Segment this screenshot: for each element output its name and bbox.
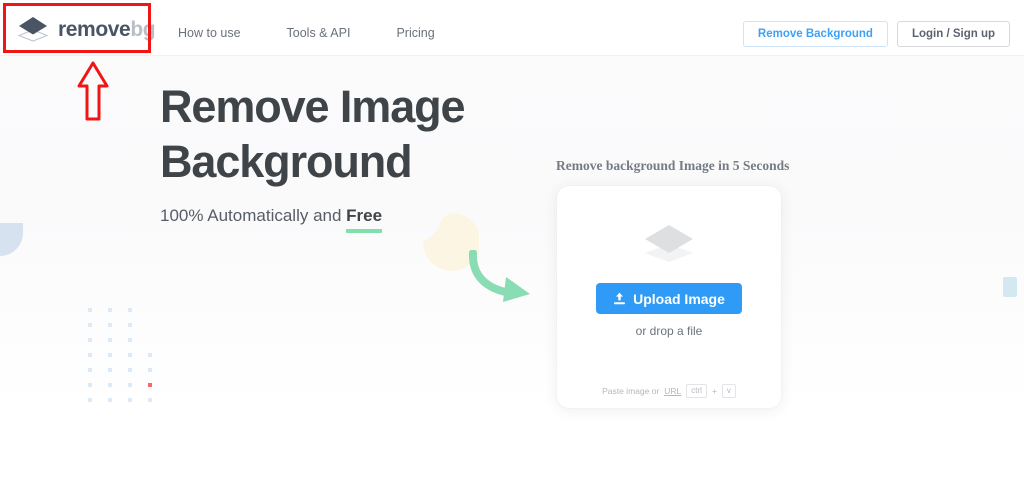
- upload-image-button-label: Upload Image: [633, 290, 725, 307]
- nav-item-pricing[interactable]: Pricing: [396, 26, 434, 40]
- site-header: removebg How to use Tools & API Pricing …: [0, 0, 1024, 56]
- header-actions: Remove Background Login / Sign up: [742, 21, 1010, 47]
- decor-right-square: [1003, 277, 1017, 297]
- logo-text: removebg: [58, 17, 156, 41]
- hero-subtitle-prefix: 100% Automatically and: [160, 205, 347, 225]
- stacked-layers-icon: [17, 17, 49, 42]
- logo-text-remove: remove: [58, 17, 131, 41]
- paste-hint: Paste image or URL ctrl + v: [557, 384, 781, 398]
- decor-green-arrow: [468, 250, 530, 302]
- upload-heading: Remove background Image in 5 Seconds: [556, 158, 790, 173]
- nav-item-how-to-use[interactable]: How to use: [178, 26, 241, 40]
- logo[interactable]: removebg: [17, 16, 156, 42]
- paste-url-link[interactable]: URL: [664, 386, 681, 396]
- page-title-line-1: Remove Image: [160, 81, 466, 132]
- page-root: removebg How to use Tools & API Pricing …: [0, 0, 1024, 500]
- upload-card-inner: Upload Image or drop a file: [557, 186, 781, 374]
- kbd-ctrl: ctrl: [686, 384, 707, 398]
- upload-image-button[interactable]: Upload Image: [596, 283, 742, 314]
- decor-dot-grid: [88, 308, 163, 403]
- remove-background-button[interactable]: Remove Background: [742, 21, 888, 47]
- page-title-line-2: Background: [160, 135, 413, 187]
- main-nav: How to use Tools & API Pricing: [178, 26, 435, 40]
- paste-hint-text: Paste image or: [602, 386, 660, 396]
- kbd-v: v: [721, 384, 736, 398]
- login-signup-button[interactable]: Login / Sign up: [896, 21, 1010, 47]
- hero-copy: Remove Image Background 100% Automatical…: [160, 80, 466, 233]
- drop-a-file-text: or drop a file: [635, 324, 703, 338]
- kbd-plus: +: [711, 386, 717, 396]
- logo-text-bg: bg: [130, 17, 156, 41]
- upload-section: Remove background Image in 5 Seconds Upl…: [556, 158, 790, 408]
- upload-tray-icon: [614, 292, 626, 304]
- stacked-layers-icon: [645, 225, 693, 262]
- hero-subtitle: 100% Automatically and Free: [160, 205, 464, 233]
- nav-item-tools-api[interactable]: Tools & API: [287, 26, 351, 40]
- hero-subtitle-highlight: Free: [346, 205, 383, 233]
- upload-dropzone-card[interactable]: Upload Image or drop a file Paste image …: [557, 186, 781, 408]
